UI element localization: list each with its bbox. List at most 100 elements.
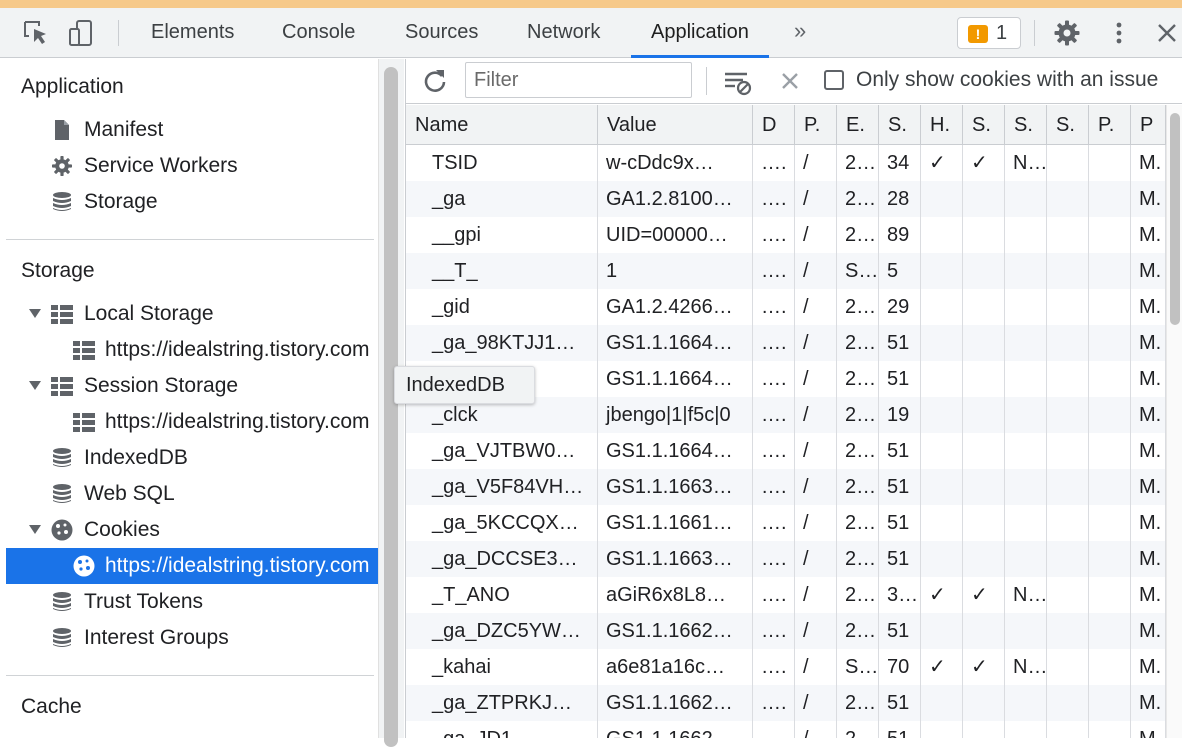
sidebar-item-label: Service Workers [84,154,238,177]
close-icon[interactable] [1152,18,1182,48]
scrollbar-thumb[interactable] [384,67,398,747]
column-header[interactable]: D [753,105,795,145]
column-header[interactable]: P [1131,105,1166,145]
column-header[interactable]: H. [921,105,963,145]
column-header[interactable]: Name [406,105,598,145]
table-cell [963,325,1005,361]
table-cell: …. [753,505,795,541]
sidebar-item-session-storage[interactable]: Session Storage [0,368,378,404]
cursor-select-icon[interactable] [21,18,51,48]
table-cell: 1 [598,253,753,289]
table-cell: …. [753,721,795,738]
table-cell [1047,289,1089,325]
tab-console[interactable]: Console [262,8,375,57]
table-cell: 2… [837,397,879,433]
table-cell: 70 [879,649,921,685]
table-row[interactable]: _ga_ZTPRKJ… GS1.1.1662……./2… 51 M. [406,685,1166,721]
clear-filtered-icon[interactable] [723,67,753,97]
database-icon [53,484,71,503]
table-cell: M. [1131,289,1166,325]
sidebar-item-session-storage-origin[interactable]: https://idealstring.tistory.com [0,404,378,440]
table-cell: N… [1005,577,1047,613]
section-heading-storage: Storage [21,259,95,282]
table-row[interactable]: _ga_V5F84VH… GS1.1.1663……./2… 51 M. [406,469,1166,505]
table-cell [921,181,963,217]
table-row[interactable]: _ga_5KCCQX… GS1.1.1661……./2… 51 M. [406,505,1166,541]
table-cell [963,253,1005,289]
more-tabs-button[interactable]: » [794,18,806,44]
only-issues-label[interactable]: Only show cookies with an issue [856,68,1158,92]
expand-triangle-icon[interactable] [29,309,41,318]
table-cell: _T_ANO [406,577,598,613]
table-cell: N… [1005,649,1047,685]
sidebar-item-manifest[interactable]: Manifest [0,112,378,148]
table-row[interactable]: __gpi UID=00000……./2… 89 M. [406,217,1166,253]
filter-input[interactable] [465,62,692,98]
tab-elements[interactable]: Elements [131,8,254,57]
sidebar-item-cookies-origin[interactable]: https://idealstring.tistory.com [6,548,378,584]
device-toggle-icon[interactable] [66,18,96,48]
table-row[interactable]: TSID w-cDdc9x……./2… 34 ✓ ✓ N… M. [406,145,1166,181]
expand-triangle-icon[interactable] [29,381,41,390]
sidebar-item-cookies[interactable]: Cookies [0,512,378,548]
table-row[interactable]: _T_ANO aGiR6x8L8……./2… 3… ✓ ✓ N… M. [406,577,1166,613]
table-cell: …. [753,325,795,361]
expand-triangle-icon[interactable] [29,525,41,534]
table-cell: ✓ [921,577,963,613]
table-cell: GS1.1.1664… [598,433,753,469]
column-header[interactable]: Value [598,105,753,145]
tab-network[interactable]: Network [507,8,620,57]
table-row[interactable]: _ga_98KTJJ1… GS1.1.1664……./2… 51 M. [406,325,1166,361]
table-cell [921,541,963,577]
gear-icon[interactable] [1052,18,1082,48]
sidebar-item-interest-groups[interactable]: Interest Groups [0,620,378,656]
table-cell: __gpi [406,217,598,253]
column-header[interactable]: P. [795,105,837,145]
table-scrollbar[interactable] [1166,105,1182,738]
sidebar-item-trust-tokens[interactable]: Trust Tokens [0,584,378,620]
table-cell [1047,217,1089,253]
table-cell: S… [837,253,879,289]
scrollbar-thumb[interactable] [1170,113,1180,325]
table-cell [1005,289,1047,325]
table-cell [963,181,1005,217]
delete-selected-icon[interactable] [778,69,802,93]
table-row[interactable]: _ga_DCCSE3… GS1.1.1663……./2… 51 M. [406,541,1166,577]
table-row[interactable]: _kahai a6e81a16c……. / S… 70 ✓ ✓ N… M. [406,649,1166,685]
kebab-menu-icon[interactable] [1104,18,1134,48]
column-header[interactable]: S. [879,105,921,145]
table-cell: M. [1131,397,1166,433]
table-row[interactable]: _ga_JD1…GS1.1.1662……./2…51 M. [406,721,1166,738]
refresh-icon[interactable] [422,68,448,94]
table-row[interactable]: _gid GA1.2.4266……./2… 29 M. [406,289,1166,325]
column-header[interactable]: E. [837,105,879,145]
column-header[interactable]: P. [1089,105,1131,145]
sidebar-item-web-sql[interactable]: Web SQL [0,476,378,512]
table-cell: 29 [879,289,921,325]
column-header[interactable]: S. [1047,105,1089,145]
table-row[interactable]: __T_ 1…. / S… 5 M. [406,253,1166,289]
file-icon [55,120,69,140]
only-issues-checkbox[interactable] [824,70,844,90]
column-header[interactable]: S. [1005,105,1047,145]
table-cell: GS1.1.1663… [598,541,753,577]
table-cell: aGiR6x8L8… [598,577,753,613]
tab-application[interactable]: Application [631,8,769,58]
table-cell: 28 [879,181,921,217]
sidebar-item-local-storage[interactable]: Local Storage [0,296,378,332]
tab-sources[interactable]: Sources [385,8,498,57]
sidebar-item-local-storage-origin[interactable]: https://idealstring.tistory.com [0,332,378,368]
table-row[interactable]: _ga GA1.2.8100……./2… 28 M. [406,181,1166,217]
table-cell [921,325,963,361]
table-cell [1047,469,1089,505]
table-row[interactable]: _ga_DZC5YW… GS1.1.1662……./2… 51 M. [406,613,1166,649]
issues-button[interactable]: ! 1 [957,17,1021,49]
sidebar-item-indexeddb[interactable]: IndexedDB [0,440,378,476]
sidebar-item-storage[interactable]: Storage [0,184,378,220]
table-cell: M. [1131,433,1166,469]
sidebar-item-service-workers[interactable]: Service Workers [0,148,378,184]
table-cell: 2… [837,181,879,217]
column-header[interactable]: S. [963,105,1005,145]
table-row[interactable]: _ga_VJTBW0… GS1.1.1664……./2… 51 M. [406,433,1166,469]
table-cell [1089,253,1131,289]
